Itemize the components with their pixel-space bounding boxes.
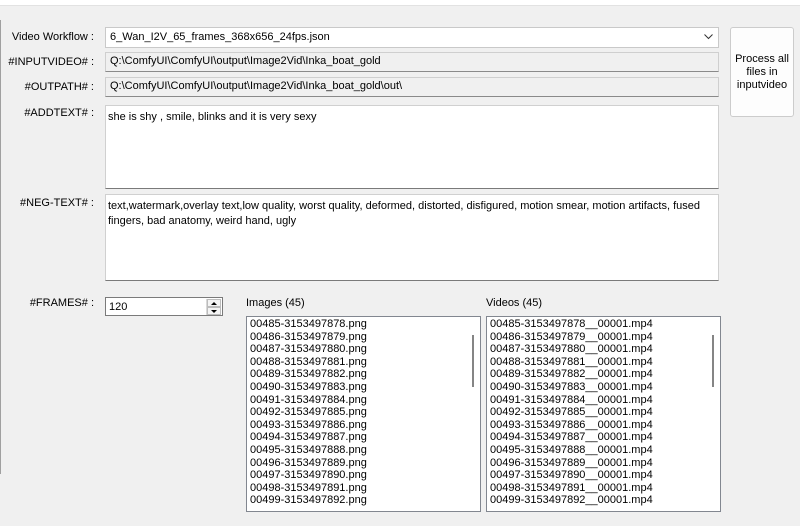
list-item[interactable]: 00486-3153497879.png [250,331,367,344]
spin-down-button[interactable] [207,307,221,315]
list-item[interactable]: 00491-3153497884__00001.mp4 [490,394,653,407]
videos-items: 00485-3153497878__00001.mp4 00486-3153497… [490,318,653,507]
frames-label: #FRAMES# : [29,297,94,309]
images-listbox[interactable]: 00485-3153497878.png 00486-3153497879.png… [246,316,481,512]
frames-spinbox[interactable]: 120 [105,297,223,316]
outpath-label: #OUTPATH# : [24,81,94,93]
list-item[interactable]: 00493-3153497886.png [250,419,367,432]
videos-list-title: Videos (45) [486,297,543,309]
list-item[interactable]: 00498-3153497891.png [250,482,367,495]
images-list-title: Images (45) [246,297,305,309]
images-items: 00485-3153497878.png 00486-3153497879.png… [250,318,367,507]
list-item[interactable]: 00495-3153497888__00001.mp4 [490,444,653,457]
window-top-edge [0,0,800,6]
inputvideo-label: #INPUTVIDEO# : [8,56,94,68]
workflow-label: Video Workflow : [11,31,94,43]
list-item[interactable]: 00490-3153497883.png [250,381,367,394]
list-item[interactable]: 00486-3153497879__00001.mp4 [490,331,653,344]
list-item[interactable]: 00495-3153497888.png [250,444,367,457]
images-scroll-thumb[interactable] [472,335,474,387]
frames-value: 120 [109,301,128,313]
list-item[interactable]: 00485-3153497878__00001.mp4 [490,318,653,331]
negtext-textarea[interactable]: text,watermark,overlay text,low quality,… [105,194,719,281]
videos-listbox[interactable]: 00485-3153497878__00001.mp4 00486-3153497… [486,316,721,512]
list-item[interactable]: 00489-3153497882.png [250,368,367,381]
list-item[interactable]: 00493-3153497886__00001.mp4 [490,419,653,432]
list-item[interactable]: 00497-3153497890.png [250,469,367,482]
list-item[interactable]: 00494-3153497887.png [250,431,367,444]
process-all-button[interactable]: Process all files in inputvideo [730,27,794,117]
list-item[interactable]: 00487-3153497880.png [250,343,367,356]
list-item[interactable]: 00499-3153497892__00001.mp4 [490,494,653,507]
spin-up-button[interactable] [207,299,221,307]
outpath-field[interactable]: Q:\ComfyUI\ComfyUI\output\Image2Vid\Inka… [105,77,719,97]
chevron-down-icon [704,31,713,40]
list-item[interactable]: 00488-3153497881.png [250,356,367,369]
negtext-label: #NEG-TEXT# : [20,197,94,209]
triangle-up-icon [211,302,217,305]
workflow-select-value: 6_Wan_I2V_65_frames_368x656_24fps.json [110,31,330,43]
list-item[interactable]: 00494-3153497887__00001.mp4 [490,431,653,444]
list-item[interactable]: 00487-3153497880__00001.mp4 [490,343,653,356]
list-item[interactable]: 00491-3153497884.png [250,394,367,407]
workflow-select[interactable]: 6_Wan_I2V_65_frames_368x656_24fps.json [105,27,719,48]
list-item[interactable]: 00498-3153497891__00001.mp4 [490,482,653,495]
list-item[interactable]: 00490-3153497883__00001.mp4 [490,381,653,394]
addtext-label: #ADDTEXT# : [24,107,94,119]
list-item[interactable]: 00488-3153497881__00001.mp4 [490,356,653,369]
images-scrollbar[interactable] [463,317,480,511]
addtext-textarea[interactable]: she is shy , smile, blinks and it is ver… [105,105,719,189]
list-item[interactable]: 00492-3153497885__00001.mp4 [490,406,653,419]
list-item[interactable]: 00496-3153497889.png [250,457,367,470]
list-item[interactable]: 00485-3153497878.png [250,318,367,331]
list-item[interactable]: 00499-3153497892.png [250,494,367,507]
list-item[interactable]: 00492-3153497885.png [250,406,367,419]
list-item[interactable]: 00497-3153497890__00001.mp4 [490,469,653,482]
videos-scroll-thumb[interactable] [712,335,714,387]
inputvideo-field[interactable]: Q:\ComfyUI\ComfyUI\output\Image2Vid\Inka… [105,52,719,72]
list-item[interactable]: 00489-3153497882__00001.mp4 [490,368,653,381]
frames-spinner [206,299,221,315]
videos-scrollbar[interactable] [703,317,720,511]
triangle-down-icon [211,310,217,313]
left-border [0,20,1,474]
list-item[interactable]: 00496-3153497889__00001.mp4 [490,457,653,470]
process-all-button-label: Process all files in inputvideo [735,52,789,91]
